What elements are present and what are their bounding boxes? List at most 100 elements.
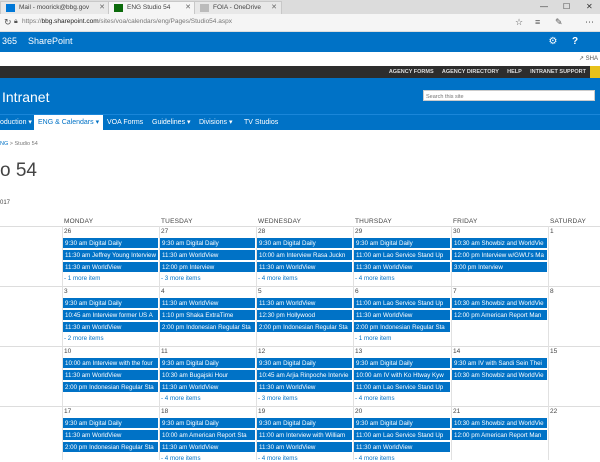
- day-number[interactable]: 19: [258, 408, 265, 415]
- calendar-event[interactable]: 12:00 pm Interview: [160, 262, 256, 273]
- day-number[interactable]: 21: [453, 408, 460, 415]
- calendar-event[interactable]: 9:30 am Digital Daily: [354, 418, 451, 429]
- day-number[interactable]: 14: [453, 348, 460, 355]
- day-number[interactable]: 26: [64, 228, 71, 235]
- reading-list-icon[interactable]: ≡: [535, 17, 540, 27]
- day-number[interactable]: 27: [161, 228, 168, 235]
- more-icon[interactable]: ⋯: [585, 17, 594, 28]
- browser-tab-onedrive[interactable]: FOIA - OneDrive ✕: [194, 1, 282, 14]
- more-items-link[interactable]: - 4 more items: [258, 275, 298, 282]
- calendar-event[interactable]: 9:30 am IV with Sandi Sein Thei: [452, 358, 548, 369]
- more-items-link[interactable]: - 4 more items: [161, 395, 201, 402]
- more-items-link[interactable]: - 3 more items: [258, 395, 298, 402]
- favorite-star-icon[interactable]: ☆: [515, 17, 523, 28]
- day-number[interactable]: 29: [355, 228, 362, 235]
- calendar-event[interactable]: 9:30 am Digital Daily: [354, 358, 451, 369]
- minimize-icon[interactable]: —: [540, 0, 548, 13]
- day-number[interactable]: 30: [453, 228, 460, 235]
- calendar-event[interactable]: 9:30 am Digital Daily: [63, 418, 159, 429]
- calendar-event[interactable]: 9:30 am Digital Daily: [257, 358, 353, 369]
- calendar-event[interactable]: 11:30 am WorldView: [257, 262, 353, 273]
- notes-icon[interactable]: ✎: [555, 17, 563, 28]
- calendar-event[interactable]: 10:00 am IV with Ko Htway Kyw: [354, 370, 451, 381]
- calendar-event[interactable]: 10:30 am Showbiz and WorldVie: [452, 238, 548, 249]
- nav-item-divisions[interactable]: Divisions ▾: [195, 115, 236, 131]
- more-items-link[interactable]: - 4 more items: [258, 455, 298, 462]
- day-number[interactable]: 10: [64, 348, 71, 355]
- calendar-event[interactable]: 11:00 am Lao Service Stand Up: [354, 430, 451, 441]
- close-icon[interactable]: ✕: [271, 2, 277, 14]
- help-icon[interactable]: ?: [564, 32, 586, 52]
- calendar-event[interactable]: 11:00 am Lao Service Stand Up: [354, 298, 451, 309]
- calendar-event[interactable]: 11:30 am WorldView: [257, 382, 353, 393]
- more-items-link[interactable]: - 1 more item: [355, 335, 391, 342]
- search-box[interactable]: [423, 90, 595, 102]
- calendar-event[interactable]: 9:30 am Digital Daily: [257, 418, 353, 429]
- calendar-event[interactable]: 10:00 am Interview with the four: [63, 358, 159, 369]
- browser-tab-mail[interactable]: Mail - moorick@bbg.gov ✕: [0, 1, 110, 14]
- calendar-event[interactable]: 2:00 pm Indonesian Regular Sta: [63, 382, 159, 393]
- calendar-event[interactable]: 11:30 am WorldView: [160, 298, 256, 309]
- day-number[interactable]: 5: [258, 288, 262, 295]
- day-number[interactable]: 28: [258, 228, 265, 235]
- more-items-link[interactable]: - 4 more items: [355, 275, 395, 282]
- calendar-event[interactable]: 10:00 am American Report Sta: [160, 430, 256, 441]
- gear-icon[interactable]: ⚙: [542, 32, 564, 52]
- day-number[interactable]: 12: [258, 348, 265, 355]
- more-items-link[interactable]: - 2 more items: [64, 335, 104, 342]
- more-items-link[interactable]: - 4 more items: [355, 455, 395, 462]
- close-icon[interactable]: ✕: [185, 2, 191, 14]
- calendar-event[interactable]: 2:00 pm Indonesian Regular Sta: [354, 322, 451, 333]
- help-link[interactable]: HELP: [507, 69, 522, 75]
- day-number[interactable]: 11: [161, 348, 168, 355]
- calendar-event[interactable]: 11:30 am WorldView: [63, 322, 159, 333]
- calendar-event[interactable]: 11:30 am WorldView: [63, 262, 159, 273]
- nav-item-production[interactable]: oduction ▾: [0, 115, 36, 131]
- calendar-event[interactable]: 11:30 am WorldView: [63, 370, 159, 381]
- calendar-event[interactable]: 9:30 am Digital Daily: [160, 358, 256, 369]
- day-number[interactable]: 3: [64, 288, 68, 295]
- more-items-link[interactable]: - 3 more items: [161, 275, 201, 282]
- calendar-event[interactable]: 11:30 am WorldView: [160, 442, 256, 453]
- calendar-event[interactable]: 2:00 pm Indonesian Regular Sta: [257, 322, 353, 333]
- calendar-event[interactable]: 12:00 pm American Report Man: [452, 310, 548, 321]
- share-button[interactable]: ↗ SHA: [579, 55, 598, 62]
- nav-item-eng-calendars[interactable]: ENG & Calendars ▾: [34, 115, 104, 131]
- day-number[interactable]: 4: [161, 288, 165, 295]
- day-number[interactable]: 22: [550, 408, 557, 415]
- day-number[interactable]: 17: [64, 408, 71, 415]
- calendar-event[interactable]: 11:30 am WorldView: [354, 442, 451, 453]
- nav-item-guidelines[interactable]: Guidelines ▾: [148, 115, 195, 131]
- calendar-event[interactable]: 9:30 am Digital Daily: [354, 238, 451, 249]
- day-number[interactable]: 7: [453, 288, 457, 295]
- url-text[interactable]: https://bbg.sharepoint.com/sites/voa/cal…: [22, 18, 232, 25]
- calendar-event[interactable]: 10:30 am Showbiz and WorldVie: [452, 418, 548, 429]
- suite-brand[interactable]: 365: [2, 36, 17, 46]
- day-number[interactable]: 18: [161, 408, 168, 415]
- day-number[interactable]: 15: [550, 348, 557, 355]
- calendar-event[interactable]: 1:10 pm Shaka ExtraTime: [160, 310, 256, 321]
- nav-item-voa-forms[interactable]: VOA Forms: [103, 115, 147, 131]
- day-number[interactable]: 6: [355, 288, 359, 295]
- agency-forms-link[interactable]: AGENCY FORMS: [389, 69, 434, 75]
- intranet-support-link[interactable]: INTRANET SUPPORT: [530, 69, 586, 75]
- browser-tab-studio54[interactable]: ENG Studio 54 ✕: [108, 1, 196, 14]
- more-items-link[interactable]: - 4 more items: [355, 395, 395, 402]
- calendar-event[interactable]: 11:00 am Interview with William: [257, 430, 353, 441]
- agency-directory-link[interactable]: AGENCY DIRECTORY: [442, 69, 499, 75]
- search-input[interactable]: [424, 92, 594, 102]
- calendar-event[interactable]: 9:30 am Digital Daily: [160, 238, 256, 249]
- calendar-event[interactable]: 10:30 am Bugajski Hour: [160, 370, 256, 381]
- more-items-link[interactable]: - 1 more item: [64, 275, 100, 282]
- day-number[interactable]: 20: [355, 408, 362, 415]
- calendar-event[interactable]: 2:00 pm Indonesian Regular Sta: [63, 442, 159, 453]
- close-window-icon[interactable]: ✕: [586, 0, 593, 13]
- calendar-event[interactable]: 11:30 am WorldView: [63, 430, 159, 441]
- calendar-event[interactable]: 9:30 am Digital Daily: [257, 238, 353, 249]
- calendar-event[interactable]: 11:30 am WorldView: [354, 262, 451, 273]
- calendar-event[interactable]: 11:30 am WorldView: [257, 298, 353, 309]
- calendar-event[interactable]: 10:30 am Showbiz and WorldVie: [452, 298, 548, 309]
- calendar-event[interactable]: 11:30 am WorldView: [160, 250, 256, 261]
- calendar-event[interactable]: 10:00 am Interview Rasa Juckn: [257, 250, 353, 261]
- day-number[interactable]: 8: [550, 288, 554, 295]
